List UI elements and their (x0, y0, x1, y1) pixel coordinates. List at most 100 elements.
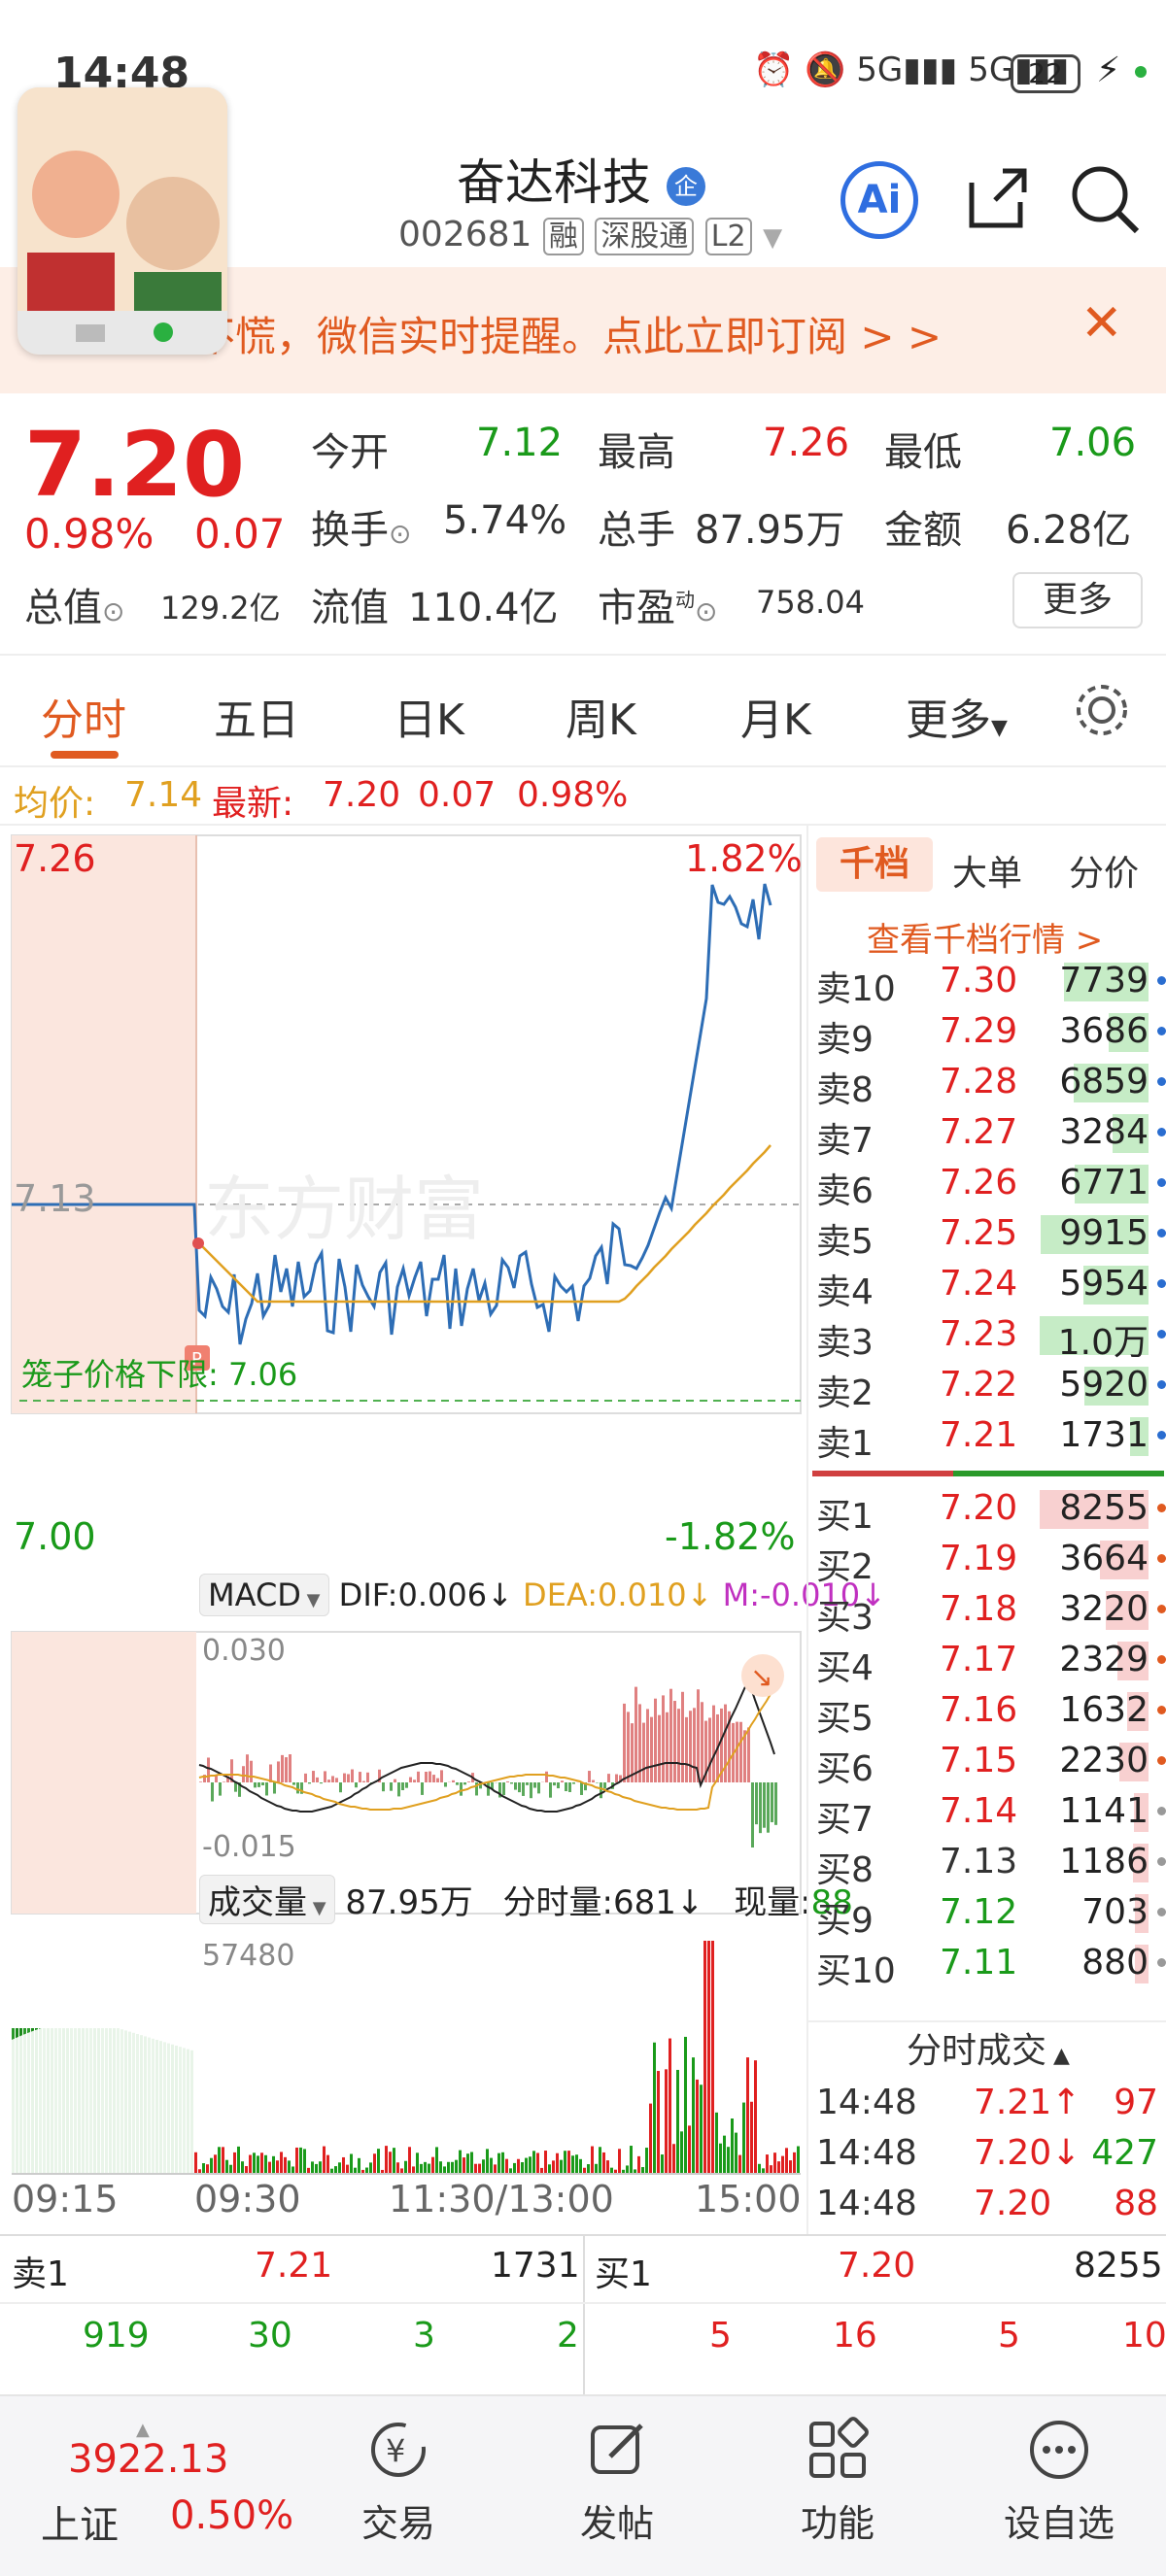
bid-level-row[interactable]: 买3 7.18 3220 (808, 1585, 1166, 1638)
order-book-panel: 千档 大单 分价 查看千档行情 > 卖10 7.30 7739 卖9 7.29 3686 卖… (806, 826, 1166, 2234)
low-value: 7.06 (1049, 421, 1137, 465)
caret-down-icon: ▼ (991, 716, 1008, 740)
nav-add-watchlist-label: 设自选 (1003, 2502, 1115, 2545)
ask-level-row[interactable]: 卖4 7.24 5954 (808, 1260, 1166, 1312)
macd-bar (394, 1779, 396, 1782)
search-icon[interactable] (1069, 163, 1141, 235)
macd-bar (417, 1771, 420, 1782)
ask-level-row[interactable]: 卖1 7.21 1731 (808, 1411, 1166, 1464)
ask-level-row[interactable]: 卖3 7.23 1.0万 (808, 1310, 1166, 1363)
tab-more[interactable]: 更多▼ (906, 685, 1008, 747)
macd-bar (382, 1782, 385, 1792)
volume-bar (311, 2161, 314, 2174)
bid-level-row[interactable]: 买4 7.17 2329 (808, 1636, 1166, 1688)
price-info-bar: 均价: 7.14 最新: 7.20 0.07 0.98% (0, 767, 1166, 826)
ob-depth-link[interactable]: 查看千档行情 > (867, 913, 1103, 961)
trades-header[interactable]: 分时成交 ▲ (808, 2020, 1166, 2071)
order-source-dot (1157, 1958, 1166, 1967)
volume-bar (758, 2163, 761, 2174)
ob-tab-price[interactable]: 分价 (1069, 845, 1139, 896)
info-icon[interactable]: ⊙ (389, 518, 411, 550)
info-icon[interactable]: ⊙ (102, 595, 124, 627)
mcap-value: 129.2亿 (160, 590, 281, 627)
bid-level-row[interactable]: 买2 7.19 3664 (808, 1535, 1166, 1587)
bid-level-row[interactable]: 买7 7.14 1141 (808, 1787, 1166, 1840)
tab-five-day[interactable]: 五日 (214, 685, 299, 747)
macd-auction-shade (12, 1632, 196, 1914)
ask-level-row[interactable]: 卖8 7.28 6859 (808, 1058, 1166, 1110)
ob-tab-bigorder[interactable]: 大单 (952, 845, 1022, 896)
volume-bar (373, 2153, 376, 2174)
volume-bar (233, 2152, 236, 2174)
volume-bar (431, 2156, 434, 2174)
ai-icon[interactable]: Ai (840, 161, 918, 239)
order-source-dot (1157, 1229, 1166, 1237)
tab-monthly-k[interactable]: 月K (740, 685, 811, 747)
order-source-dot (1157, 1380, 1166, 1389)
ask-level-row[interactable]: 卖7 7.27 3284 (808, 1108, 1166, 1161)
ask-level-label: 卖10 (816, 969, 896, 1009)
volume-header: 成交量 ▼ 87.95万 分时量:681↓ 现量:88 (199, 1875, 853, 1924)
nav-add-watchlist[interactable]: 设自选 (962, 2416, 1156, 2547)
bid-level-row[interactable]: 买5 7.16 1632 (808, 1686, 1166, 1739)
volume-bar (564, 2151, 566, 2174)
sell-queue-1: 919 (83, 2316, 150, 2356)
volume-bar (497, 2152, 500, 2174)
macd-bar (452, 1779, 455, 1782)
macd-bar (736, 1721, 738, 1782)
intraday-chart-area[interactable]: 东方财富 P ↘ 7.26 7.13 7.00 1.82% -1.82% 笼子价… (0, 826, 886, 2234)
macd-bar (331, 1776, 334, 1782)
volume-bar (746, 2057, 749, 2174)
bid-level-row[interactable]: 买10 7.11 880 (808, 1939, 1166, 1991)
bid-level-row[interactable]: 买9 7.12 703 (808, 1888, 1166, 1941)
volume-bar (416, 2152, 419, 2174)
bid-level-row[interactable]: 买1 7.20 8255 (808, 1484, 1166, 1537)
bid-level-volume: 1186 (1059, 1842, 1149, 1881)
ask-level-row[interactable]: 卖2 7.22 5920 (808, 1361, 1166, 1413)
stock-code-row[interactable]: 002681 融 深股通 L2 ▼ (398, 212, 782, 255)
close-icon[interactable]: ✕ (1080, 294, 1123, 353)
ask-level-row[interactable]: 卖9 7.29 3686 (808, 1007, 1166, 1060)
volume-bar (575, 2154, 578, 2174)
ask-level-row[interactable]: 卖6 7.26 6771 (808, 1159, 1166, 1211)
volume-bar (680, 2131, 683, 2174)
more-button[interactable]: 更多 (1012, 572, 1143, 628)
ask-level-row[interactable]: 卖10 7.30 7739 (808, 957, 1166, 1009)
tab-daily-k[interactable]: 日K (394, 685, 464, 747)
tab-intraday[interactable]: 分时 (41, 685, 126, 747)
info-icon[interactable]: ⊙ (695, 595, 717, 627)
volume-bar (672, 2144, 675, 2174)
volume-bar (358, 2157, 360, 2174)
nav-post[interactable]: 发帖 (520, 2416, 714, 2547)
ask-level-volume: 5954 (1059, 1264, 1149, 1304)
macd-bar (219, 1782, 222, 1796)
bid-level-row[interactable]: 买8 7.13 1186 (808, 1838, 1166, 1890)
ask-level-price: 7.26 (940, 1163, 1018, 1203)
nav-features[interactable]: 功能 (740, 2416, 935, 2547)
bid-level-price: 7.13 (940, 1842, 1018, 1881)
macd-selector[interactable]: MACD ▼ (199, 1574, 329, 1616)
macd-bar (518, 1782, 521, 1793)
ob-tab-depth[interactable]: 千档 (816, 837, 933, 892)
macd-bar (502, 1782, 505, 1796)
macd-bar (401, 1782, 404, 1791)
bid-level-label: 买4 (816, 1648, 874, 1688)
tab-weekly-k[interactable]: 周K (566, 685, 636, 747)
trade-time: 14:48 (816, 2184, 917, 2223)
volume-selector[interactable]: 成交量 ▼ (199, 1875, 335, 1924)
amount-value: 6.28亿 (1006, 508, 1132, 553)
bid-level-row[interactable]: 买6 7.15 2230 (808, 1737, 1166, 1789)
floating-video-window[interactable] (17, 87, 227, 355)
volume-bar (393, 2148, 395, 2174)
share-icon[interactable] (962, 163, 1032, 233)
bid-level-price: 7.14 (940, 1791, 1018, 1831)
minute-volume: 分时量:681↓ (502, 1883, 704, 1922)
battery-indicator: 22 (1011, 54, 1080, 93)
settings-icon[interactable] (1073, 681, 1131, 739)
index-widget[interactable]: ▲ 3922.13 上证 0.50% (29, 2420, 301, 2552)
ask-level-row[interactable]: 卖5 7.25 9915 (808, 1209, 1166, 1262)
nav-trade[interactable]: ¥ 交易 (301, 2416, 496, 2547)
bid-level-price: 7.20 (940, 1488, 1018, 1528)
volume-bar (264, 2154, 267, 2174)
macd-bar (316, 1777, 319, 1782)
